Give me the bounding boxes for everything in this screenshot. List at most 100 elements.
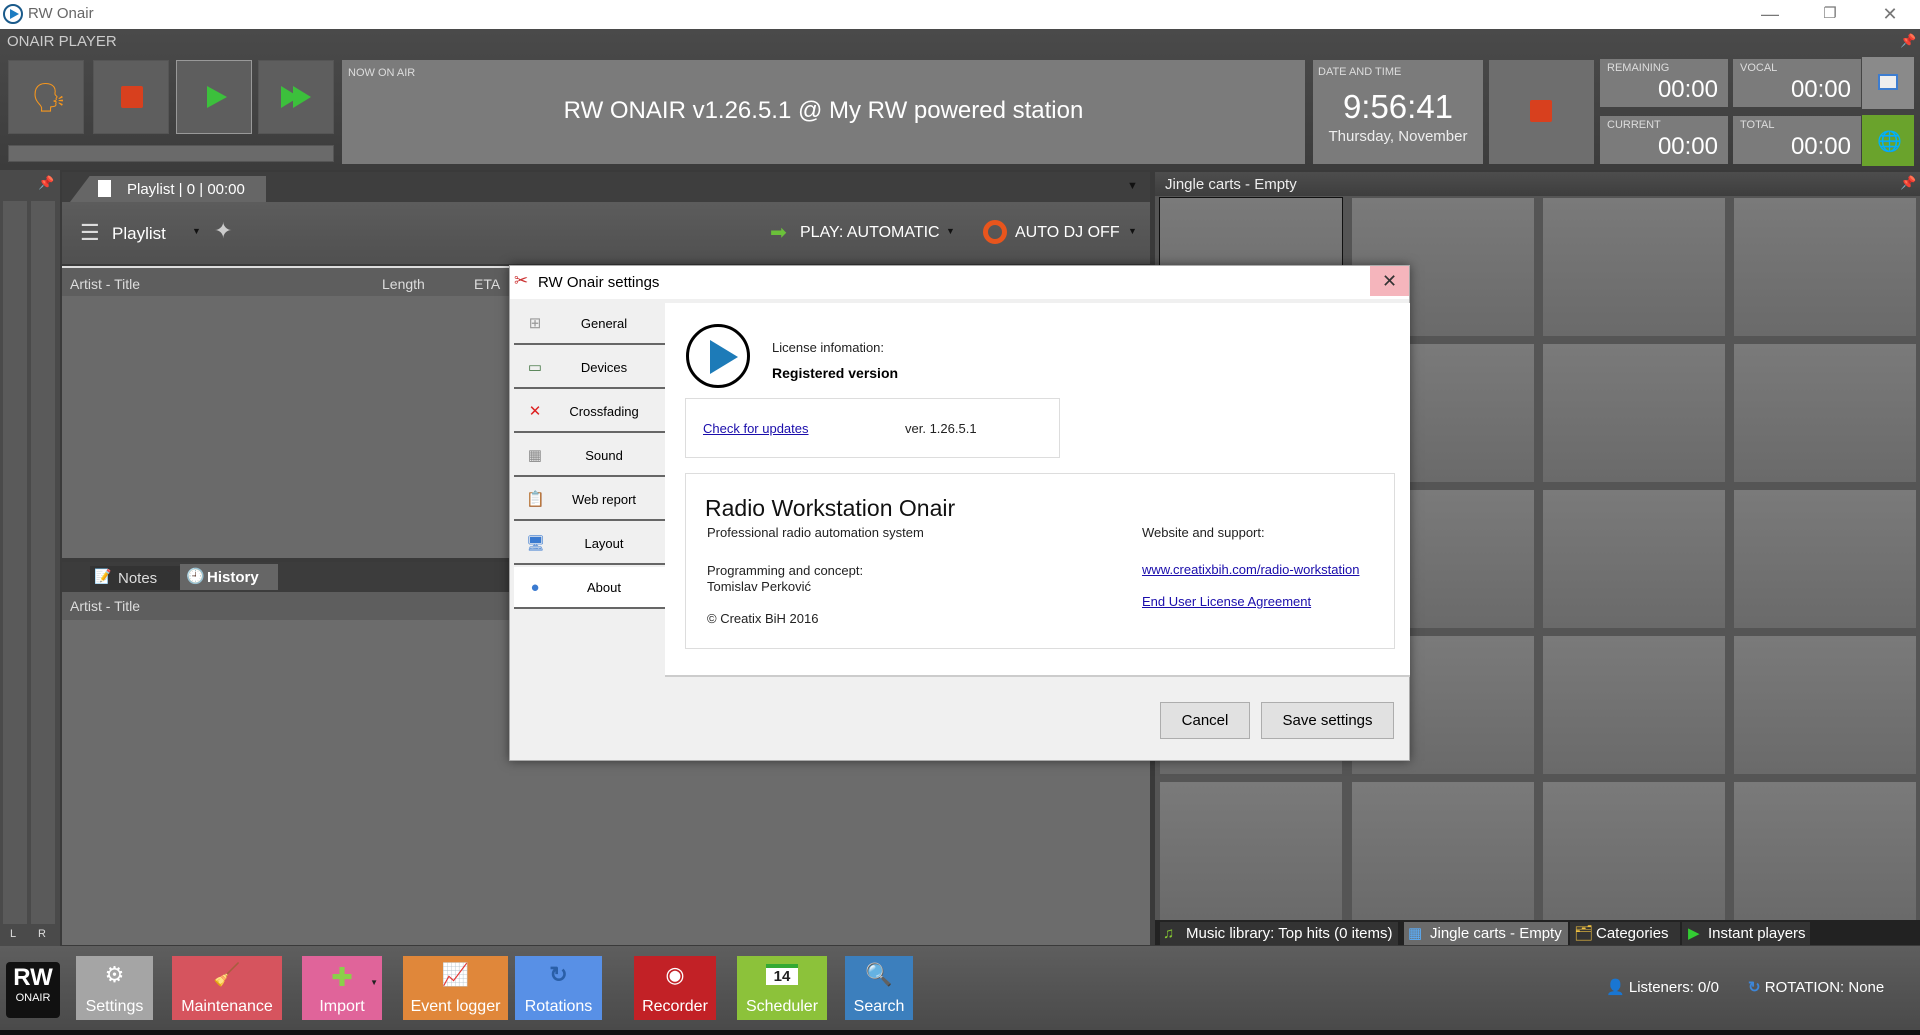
- grid-icon: ▦: [1408, 925, 1423, 942]
- tab-categories[interactable]: 🗂 Categories: [1570, 922, 1680, 945]
- window-title-bar: RW Onair — ❐ ✕: [0, 0, 1920, 29]
- tab-instant-players[interactable]: ▶ Instant players: [1682, 922, 1810, 945]
- devices-icon: ▭: [527, 359, 543, 376]
- maintenance-button[interactable]: 🧹 Maintenance: [172, 956, 282, 1020]
- jingle-cart-slot[interactable]: [1734, 782, 1916, 920]
- jingle-cart-slot[interactable]: [1543, 782, 1725, 920]
- nav-about[interactable]: ● About: [514, 567, 665, 609]
- calendar-icon: 14: [765, 964, 799, 985]
- jingle-carts-title: Jingle carts - Empty: [1165, 176, 1297, 193]
- settings-dialog: ✂ RW Onair settings ✕ ⊞ General ▭ Devices ✕ C…: [509, 265, 1410, 761]
- close-window-button[interactable]: ✕: [1860, 0, 1920, 29]
- nav-crossfading[interactable]: ✕ Crossfading: [514, 391, 665, 433]
- jingle-cart-slot[interactable]: [1543, 344, 1725, 482]
- recorder-label: Recorder: [642, 998, 708, 1015]
- gear-icon: ⚙: [104, 962, 125, 987]
- chart-document-icon: 📈: [441, 962, 470, 987]
- date: Thursday, November: [1328, 128, 1468, 145]
- eula-link[interactable]: End User License Agreement: [1142, 594, 1311, 609]
- cancel-button[interactable]: Cancel: [1160, 702, 1250, 739]
- tab-notes[interactable]: 📝 Notes: [90, 566, 185, 590]
- nav-label: Crossfading: [569, 404, 639, 419]
- nav-general[interactable]: ⊞ General: [514, 303, 665, 345]
- stop-button[interactable]: [93, 60, 169, 134]
- nav-layout[interactable]: 🖥 Layout: [514, 523, 665, 565]
- pin-icon[interactable]: 📌: [1900, 175, 1916, 191]
- import-button[interactable]: ✚ Import ▼: [302, 956, 382, 1020]
- nav-web-report[interactable]: 📋 Web report: [514, 479, 665, 521]
- minimize-button[interactable]: —: [1740, 0, 1800, 29]
- pin-icon[interactable]: 📌: [1900, 33, 1916, 49]
- play-button[interactable]: [176, 60, 252, 134]
- tab-music-library[interactable]: ♫ Music library: Top hits (0 items): [1160, 922, 1398, 945]
- vu-right-label: R: [38, 928, 46, 940]
- music-library-icon: ♫: [1163, 925, 1175, 942]
- nav-devices[interactable]: ▭ Devices: [514, 347, 665, 389]
- restore-button[interactable]: ❐: [1800, 0, 1860, 29]
- record-icon: ◉: [665, 962, 685, 987]
- programming-label: Programming and concept:: [707, 563, 864, 578]
- tab-dropdown-arrow[interactable]: ▼: [1127, 180, 1138, 192]
- jingle-cart-slot[interactable]: [1734, 198, 1916, 336]
- web-report-icon: 📋: [526, 491, 545, 508]
- layout-move-button[interactable]: [1862, 57, 1914, 109]
- tab-jingle-carts[interactable]: ▦ Jingle carts - Empty: [1404, 922, 1568, 945]
- column-artist-title[interactable]: Artist - Title: [70, 276, 140, 292]
- settings-nav: ⊞ General ▭ Devices ✕ Crossfading ▦ Sound 📋 Web r…: [510, 303, 665, 618]
- settings-button[interactable]: ⚙ Settings: [76, 956, 153, 1020]
- voice-button[interactable]: 🗣: [8, 60, 84, 134]
- pencil-icon: 📝: [94, 568, 112, 584]
- jingle-cart-slot[interactable]: [1160, 782, 1342, 920]
- magic-wand-icon[interactable]: ✦: [214, 218, 232, 244]
- license-value: Registered version: [772, 365, 899, 381]
- save-settings-button[interactable]: Save settings: [1261, 702, 1394, 739]
- app-logo-icon: [3, 4, 23, 24]
- web-publish-button[interactable]: 🌐: [1862, 115, 1914, 166]
- scheduler-button[interactable]: 14 Scheduler: [737, 956, 827, 1020]
- now-on-air-label: NOW ON AIR: [348, 67, 416, 79]
- dialog-title-bar: ✂ RW Onair settings ✕: [510, 266, 1409, 299]
- check-updates-link[interactable]: Check for updates: [703, 421, 809, 436]
- jingle-cart-slot[interactable]: [1543, 636, 1725, 774]
- recorder-button[interactable]: ◉ Recorder: [634, 956, 716, 1020]
- folder-icon: 🗂: [1574, 925, 1594, 942]
- license-label: License infomation:: [772, 340, 885, 355]
- jingle-cart-slot[interactable]: [1543, 198, 1725, 336]
- jingle-cart-slot[interactable]: [1734, 344, 1916, 482]
- crossfading-icon: ✕: [528, 403, 542, 420]
- dialog-close-button[interactable]: ✕: [1370, 266, 1409, 296]
- rotation-status[interactable]: ↻ ROTATION: None: [1748, 978, 1884, 996]
- pin-icon[interactable]: 📌: [38, 175, 54, 191]
- next-button[interactable]: [258, 60, 334, 134]
- author-name: Tomislav Perković: [707, 579, 812, 594]
- move-arrows-icon: [1878, 74, 1898, 90]
- website-link[interactable]: www.creatixbih.com/radio-workstation: [1142, 562, 1359, 577]
- stop-all-button[interactable]: [1489, 60, 1594, 164]
- nav-sound[interactable]: ▦ Sound: [514, 435, 665, 477]
- dialog-title: RW Onair settings: [538, 274, 660, 291]
- search-button[interactable]: 🔍 Search: [845, 956, 913, 1020]
- copyright: © Creatix BiH 2016: [707, 611, 819, 626]
- column-eta[interactable]: ETA: [474, 276, 500, 292]
- user-icon: 👤: [1606, 979, 1625, 996]
- tab-history[interactable]: 🕘 History: [180, 564, 278, 590]
- chevron-down-icon[interactable]: ▼: [370, 978, 378, 987]
- playback-progress-bar[interactable]: [8, 145, 334, 162]
- column-artist-title[interactable]: Artist - Title: [70, 598, 140, 614]
- nav-label: About: [587, 580, 621, 595]
- column-length[interactable]: Length: [382, 276, 425, 292]
- clock: 9:56:41: [1342, 88, 1454, 125]
- event-logger-button[interactable]: 📈 Event logger: [403, 956, 508, 1020]
- tab-playlist[interactable]: Playlist | 0 | 00:00: [70, 176, 266, 202]
- jingle-cart-slot[interactable]: [1352, 782, 1534, 920]
- update-box: Check for updates ver. 1.26.5.1: [685, 398, 1060, 458]
- vocal-timer: VOCAL 00:00: [1733, 59, 1861, 107]
- jingle-cart-slot[interactable]: [1734, 636, 1916, 774]
- rotation-icon: ↻: [1748, 979, 1761, 996]
- jingle-cart-slot[interactable]: [1543, 490, 1725, 628]
- window-title: RW Onair: [28, 5, 94, 22]
- rotations-button[interactable]: ↻ Rotations: [515, 956, 602, 1020]
- about-icon: ●: [530, 579, 540, 596]
- scheduler-label: Scheduler: [745, 998, 819, 1015]
- jingle-cart-slot[interactable]: [1734, 490, 1916, 628]
